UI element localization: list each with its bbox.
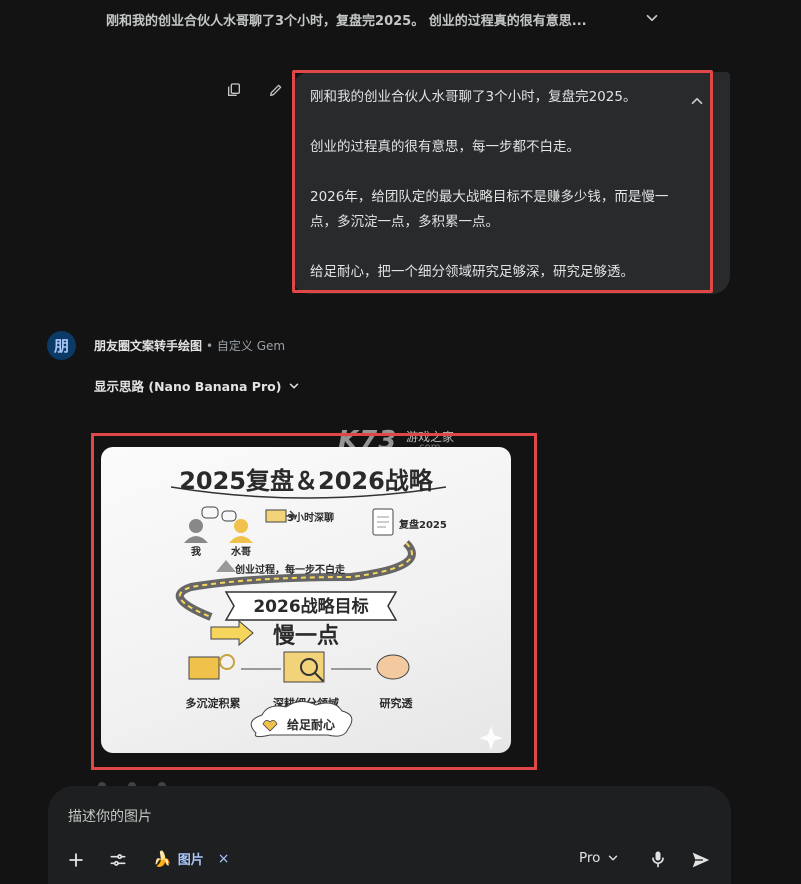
gem-name[interactable]: 朋友圈文案转手绘图 bbox=[94, 337, 202, 354]
image-label-patience: 给足耐心 bbox=[287, 717, 335, 732]
image-label-me: 我 bbox=[191, 545, 201, 558]
message-actions bbox=[224, 80, 286, 100]
image-label-process: 创业过程，每一步不白走 bbox=[234, 563, 346, 576]
banana-icon: 🍌 bbox=[153, 849, 172, 868]
image-label-research: 研究透 bbox=[380, 696, 414, 710]
close-icon[interactable]: × bbox=[218, 851, 230, 867]
image-label-accumulate: 多沉淀积累 bbox=[186, 696, 241, 710]
user-message-paragraph: 给足耐心，把一个细分领域研究足够深，研究足够透。 bbox=[310, 264, 634, 280]
prompt-input[interactable]: 描述你的图片 bbox=[68, 806, 152, 826]
image-tool-label: 图片 bbox=[177, 853, 204, 868]
chevron-down-icon bbox=[609, 855, 618, 861]
image-label-slow: 慢一点 bbox=[273, 623, 339, 649]
show-thinking-label: 显示思路 (Nano Banana Pro) bbox=[94, 379, 282, 394]
edit-icon[interactable] bbox=[266, 80, 286, 100]
image-label-review: 复盘2025 bbox=[398, 518, 447, 531]
user-message-paragraph: 创业的过程真的很有意思，每一步都不白走。 bbox=[310, 139, 580, 155]
conversation-title[interactable]: 刚和我的创业合伙人水哥聊了3个小时，复盘完2025。 创业的过程真的很有意思..… bbox=[106, 10, 587, 29]
copy-icon[interactable] bbox=[224, 80, 244, 100]
model-label: Pro bbox=[579, 850, 601, 866]
image-label-partner: 水哥 bbox=[230, 545, 251, 558]
user-message-paragraph: 刚和我的创业合伙人水哥聊了3个小时，复盘完2025。 bbox=[310, 89, 637, 105]
gem-avatar: 朋 bbox=[47, 331, 76, 360]
chevron-down-icon[interactable] bbox=[643, 9, 661, 27]
send-icon[interactable] bbox=[690, 849, 712, 871]
chevron-up-icon[interactable] bbox=[688, 92, 706, 110]
image-title: 2025复盘＆2026战略 bbox=[179, 467, 434, 495]
chevron-down-icon bbox=[290, 382, 299, 389]
response-header: 朋 朋友圈文案转手绘图 • 自定义 Gem bbox=[47, 331, 285, 360]
user-message-text: 刚和我的创业合伙人水哥聊了3个小时，复盘完2025。 创业的过程真的很有意思，每… bbox=[310, 85, 690, 285]
generated-image[interactable]: 2025复盘＆2026战略 我 水哥 3小时深聊 复盘2025 创业过程，每一步… bbox=[101, 447, 511, 753]
sparkle-icon bbox=[479, 726, 503, 750]
people-icon bbox=[184, 506, 253, 543]
image-label-talk: 3小时深聊 bbox=[287, 511, 334, 524]
tools-icon[interactable] bbox=[108, 850, 128, 870]
show-thinking-toggle[interactable]: 显示思路 (Nano Banana Pro) bbox=[94, 376, 301, 395]
plus-icon[interactable] bbox=[66, 850, 86, 870]
user-message-paragraph: 2026年，给团队定的最大战略目标不是赚多少钱，而是慢一点，多沉淀一点，多积累一… bbox=[310, 189, 669, 230]
user-message-bubble: 刚和我的创业合伙人水哥聊了3个小时，复盘完2025。 创业的过程真的很有意思，每… bbox=[292, 70, 730, 294]
image-tool-chip[interactable]: 🍌 图片 × bbox=[153, 849, 230, 869]
model-selector[interactable]: Pro bbox=[579, 850, 620, 866]
gem-type: • 自定义 Gem bbox=[206, 339, 286, 353]
mic-icon[interactable] bbox=[648, 849, 668, 869]
composer: 描述你的图片 🍌 图片 × Pro bbox=[48, 786, 731, 884]
image-label-goal: 2026战略目标 bbox=[253, 596, 368, 617]
top-bar: 刚和我的创业合伙人水哥聊了3个小时，复盘完2025。 创业的过程真的很有意思..… bbox=[0, 0, 801, 40]
